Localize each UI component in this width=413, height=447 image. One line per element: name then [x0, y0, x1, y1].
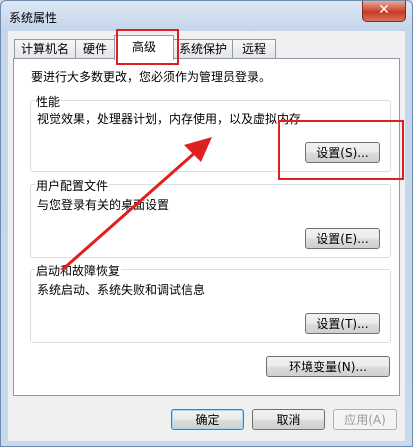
annotation-arrow	[61, 137, 212, 272]
arrow-shaft	[61, 148, 199, 272]
